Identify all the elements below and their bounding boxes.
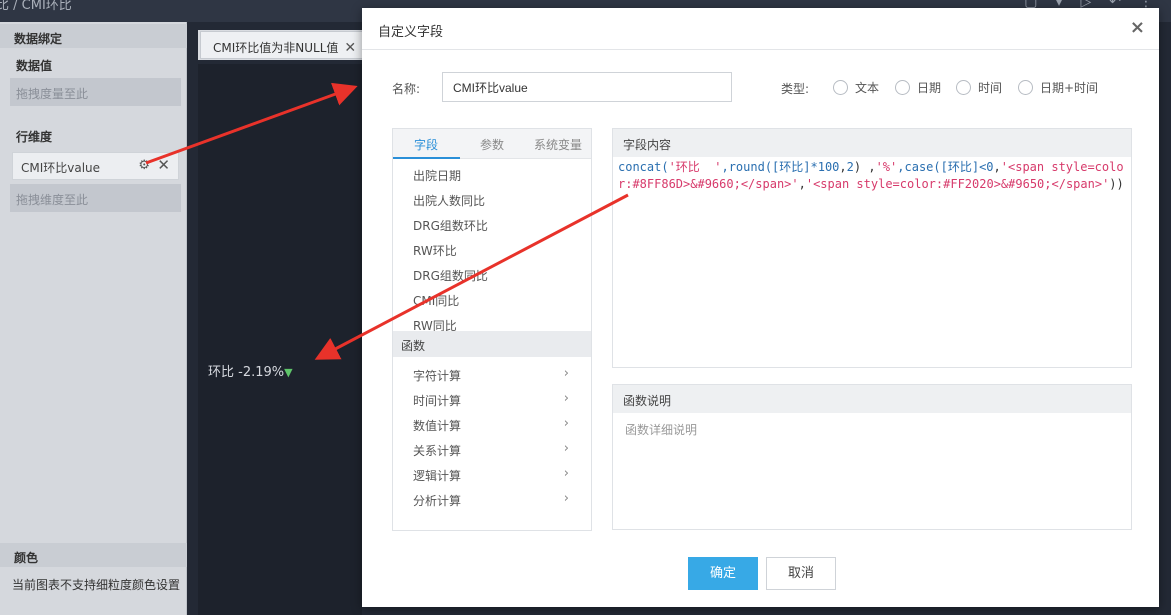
tab-system-vars[interactable]: 系统变量 (534, 136, 582, 153)
function-description-text: 函数详细说明 (625, 423, 698, 437)
radio-circle-icon (833, 79, 848, 95)
radio-circle-icon (956, 79, 971, 95)
chevron-right-icon: › (563, 491, 569, 506)
breadcrumb: 比 / CMI环比 (0, 0, 72, 13)
expression-editor[interactable]: concat('环比 ',round([环比]*100,2) ,'%',case… (618, 159, 1130, 193)
kpi-value: 环比 -2.19%▼ (208, 361, 293, 380)
measure-label: 数据值 (16, 59, 53, 73)
radio-circle-icon (895, 79, 910, 95)
dimension-chip[interactable]: CMI环比value ⚙ ✕ (12, 152, 179, 180)
list-item[interactable]: RW环比 (413, 242, 457, 259)
tab-label: CMI环比值为非NULL值 (213, 41, 339, 55)
custom-field-dialog: 自定义字段 × 名称: 类型: 文本 日期 时间 日期+时间 字段 参数 系统变… (362, 8, 1159, 607)
field-content-panel: 字段内容 concat('环比 ',round([环比]*100,2) ,'%'… (612, 128, 1132, 368)
name-label: 名称: (392, 82, 421, 96)
function-section-header: 函数 (393, 331, 591, 357)
radio-label: 时间 (978, 81, 1003, 95)
tab-cmi[interactable]: CMI环比值为非NULL值 ✕ (200, 31, 368, 59)
function-group-label: 数值计算 (413, 419, 462, 433)
dialog-title: 自定义字段 (378, 25, 444, 40)
list-item[interactable]: 出院日期 (413, 167, 461, 184)
type-radio-text[interactable]: 文本 (833, 79, 879, 95)
field-content-header: 字段内容 (613, 129, 1131, 157)
left-panel: 数据绑定 数据值 拖拽度量至此 行维度 CMI环比value ⚙ ✕ 拖拽维度至… (0, 22, 187, 615)
function-description-panel: 函数说明 函数详细说明 (612, 384, 1132, 530)
function-group-label: 字符计算 (413, 369, 462, 383)
function-group-time[interactable]: 时间计算 › (413, 391, 569, 409)
dimension-drop-zone[interactable]: 拖拽维度至此 (10, 184, 181, 212)
list-item[interactable]: DRG组数环比 (413, 217, 488, 234)
type-radio-time[interactable]: 时间 (956, 79, 1002, 95)
chevron-right-icon: › (563, 441, 569, 456)
gear-icon[interactable]: ⚙ (138, 158, 150, 173)
tab-params[interactable]: 参数 (480, 136, 504, 153)
function-group-number[interactable]: 数值计算 › (413, 416, 569, 434)
function-group-relation[interactable]: 关系计算 › (413, 441, 569, 459)
color-header: 颜色 (0, 543, 187, 567)
radio-circle-icon (1018, 79, 1033, 95)
measure-drop-zone[interactable]: 拖拽度量至此 (10, 78, 181, 106)
list-item[interactable]: 出院人数同比 (413, 192, 485, 209)
type-radio-date[interactable]: 日期 (895, 79, 941, 95)
close-icon[interactable]: ✕ (344, 40, 356, 56)
field-library-panel: 字段 参数 系统变量 出院日期 出院人数同比 DRG组数环比 RW环比 DRG组… (392, 128, 592, 531)
library-tabs: 字段 参数 系统变量 (393, 129, 591, 159)
list-item[interactable]: CMI同比 (413, 292, 459, 309)
radio-label: 文本 (855, 81, 880, 95)
dimension-chip-label: CMI环比value (21, 161, 101, 175)
cancel-button[interactable]: 取消 (766, 557, 836, 590)
data-binding-header: 数据绑定 (0, 24, 187, 48)
tab-fields[interactable]: 字段 (414, 136, 438, 153)
chart-canvas (198, 64, 362, 615)
radio-label: 日期+时间 (1040, 81, 1099, 95)
confirm-button[interactable]: 确定 (688, 557, 758, 590)
down-arrow-icon: ▼ (284, 366, 293, 379)
list-item[interactable]: RW同比 (413, 317, 457, 331)
name-input[interactable] (442, 72, 732, 102)
chevron-right-icon: › (563, 366, 569, 381)
function-group-label: 关系计算 (413, 444, 462, 458)
function-group-string[interactable]: 字符计算 › (413, 366, 569, 384)
chevron-right-icon: › (563, 391, 569, 406)
row-dimension-label: 行维度 (16, 130, 53, 144)
radio-label: 日期 (917, 81, 942, 95)
close-icon[interactable]: × (1130, 17, 1145, 38)
function-description-header: 函数说明 (613, 385, 1131, 413)
list-item[interactable]: DRG组数同比 (413, 267, 488, 284)
function-group-label: 逻辑计算 (413, 469, 462, 483)
kpi-text: 环比 -2.19% (208, 365, 285, 380)
function-group-logic[interactable]: 逻辑计算 › (413, 466, 569, 484)
function-group-label: 分析计算 (413, 494, 462, 508)
function-group-analysis[interactable]: 分析计算 › (413, 491, 569, 509)
close-icon[interactable]: ✕ (157, 156, 170, 174)
type-radio-datetime[interactable]: 日期+时间 (1018, 79, 1098, 95)
type-label: 类型: (781, 82, 810, 96)
dialog-header: 自定义字段 × (362, 8, 1159, 50)
function-group-label: 时间计算 (413, 394, 462, 408)
field-list: 出院日期 出院人数同比 DRG组数环比 RW环比 DRG组数同比 CMI同比 R… (393, 159, 591, 331)
color-note: 当前图表不支持细粒度颜色设置 (12, 578, 181, 592)
chevron-right-icon: › (563, 416, 569, 431)
chevron-right-icon: › (563, 466, 569, 481)
